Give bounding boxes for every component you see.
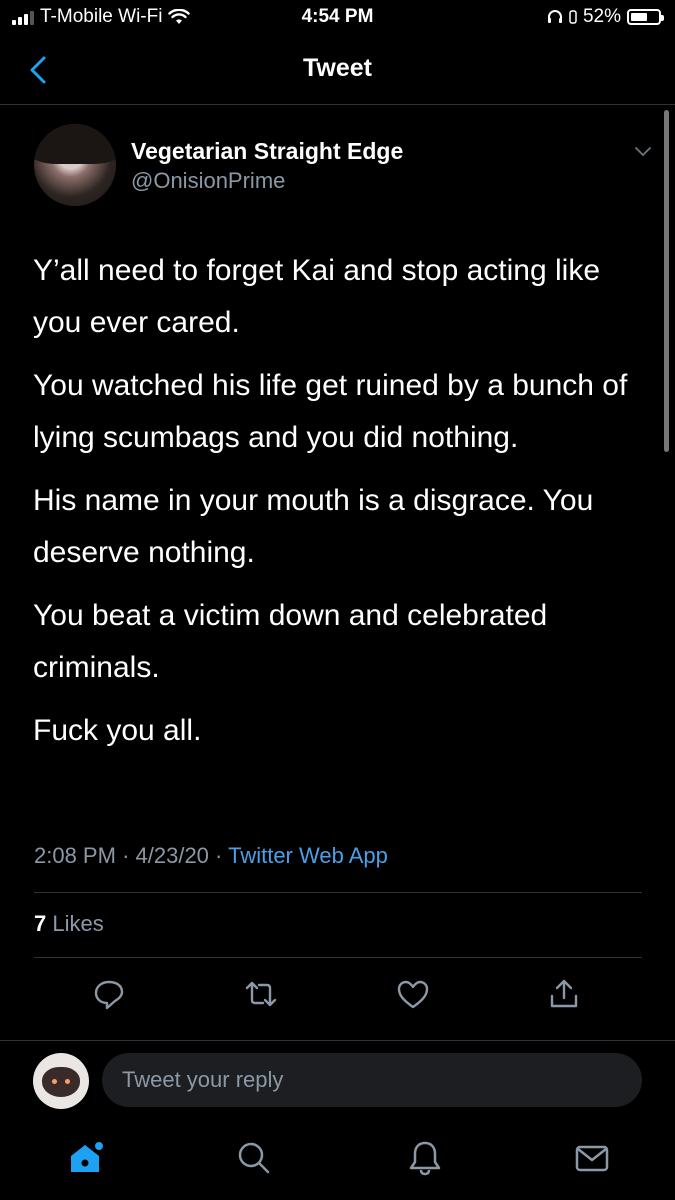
tweet-paragraph: His name in your mouth is a disgrace. Yo… bbox=[33, 484, 594, 569]
tab-bar bbox=[0, 1128, 675, 1200]
author-name[interactable]: Vegetarian Straight Edge bbox=[131, 138, 403, 165]
reply-placeholder: Tweet your reply bbox=[122, 1067, 284, 1092]
home-icon[interactable] bbox=[65, 1138, 105, 1178]
likes-number: 7 bbox=[34, 911, 47, 936]
divider bbox=[34, 892, 642, 893]
divider bbox=[34, 957, 642, 958]
notifications-icon[interactable] bbox=[405, 1138, 445, 1178]
battery-lock-icon bbox=[569, 10, 577, 24]
author-handle[interactable]: @OnisionPrime bbox=[131, 168, 285, 194]
share-icon[interactable] bbox=[546, 976, 582, 1012]
reply-composer: Tweet your reply bbox=[0, 1040, 675, 1121]
tweet-text: Y’all need to forget Kai and stop acting… bbox=[33, 245, 643, 768]
likes-label: Likes bbox=[52, 911, 104, 936]
like-icon[interactable] bbox=[395, 976, 431, 1012]
reply-input[interactable]: Tweet your reply bbox=[102, 1053, 642, 1107]
tweet-paragraph: Y’all need to forget Kai and stop acting… bbox=[33, 254, 601, 339]
tweet-paragraph: Fuck you all. bbox=[33, 714, 202, 747]
battery-icon bbox=[627, 9, 664, 25]
nav-bar: Tweet bbox=[0, 36, 675, 105]
status-right: 52% bbox=[547, 6, 664, 28]
tweet-meta: 2:08 PM · 4/23/20 · Twitter Web App bbox=[34, 843, 388, 868]
chevron-down-icon[interactable] bbox=[632, 140, 654, 162]
retweet-icon[interactable] bbox=[243, 976, 279, 1012]
tweet-author: Vegetarian Straight Edge @OnisionPrime bbox=[34, 124, 651, 208]
scrollbar-thumb[interactable] bbox=[664, 110, 669, 452]
search-icon[interactable] bbox=[233, 1138, 273, 1178]
tweet-actions bbox=[0, 976, 675, 1012]
battery-percent: 52% bbox=[582, 6, 621, 27]
tweet-source-link[interactable]: Twitter Web App bbox=[228, 843, 388, 868]
author-avatar[interactable] bbox=[34, 124, 116, 206]
reply-icon[interactable] bbox=[91, 976, 127, 1012]
likes-count[interactable]: 7 Likes bbox=[34, 911, 104, 937]
messages-icon[interactable] bbox=[572, 1138, 612, 1178]
tweet-paragraph: You watched his life get ruined by a bun… bbox=[33, 369, 628, 454]
page-title: Tweet bbox=[303, 54, 372, 82]
headphones-icon bbox=[547, 10, 562, 23]
tweet-time: 2:08 PM bbox=[34, 843, 116, 868]
status-bar: T-Mobile Wi-Fi 4:54 PM 52% bbox=[0, 0, 675, 36]
tweet-date: 4/23/20 bbox=[135, 843, 209, 868]
user-avatar[interactable] bbox=[33, 1053, 89, 1109]
tweet-paragraph: You beat a victim down and celebrated cr… bbox=[33, 599, 548, 684]
